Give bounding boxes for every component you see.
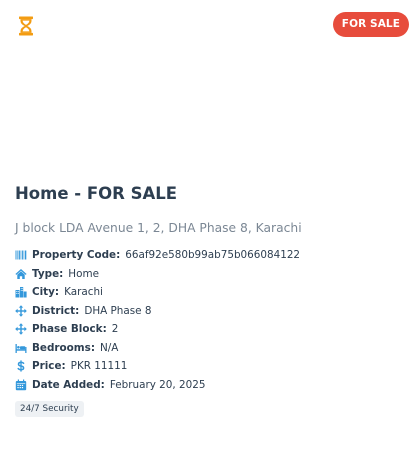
arrows-move-icon bbox=[15, 304, 27, 317]
sale-status-badge: FOR SALE bbox=[332, 12, 409, 37]
detail-value: PKR 11111 bbox=[70, 360, 128, 373]
listing-address: J block LDA Avenue 1, 2, DHA Phase 8, Ka… bbox=[15, 221, 302, 235]
detail-value: February 20, 2025 bbox=[109, 378, 206, 391]
detail-label: City: bbox=[32, 286, 60, 299]
detail-row-city: City: Karachi bbox=[15, 283, 300, 302]
detail-row-property-code: Property Code: 66af92e580b99ab75b0660841… bbox=[15, 246, 300, 265]
bed-icon bbox=[15, 342, 27, 354]
detail-value: Home bbox=[68, 267, 99, 280]
detail-value: Karachi bbox=[64, 286, 103, 299]
detail-row-type: Type: Home bbox=[15, 265, 300, 284]
detail-row-date-added: Date Added: February 20, 2025 bbox=[15, 376, 300, 395]
details-list: Property Code: 66af92e580b99ab75b0660841… bbox=[15, 246, 300, 394]
property-card: FOR SALE Home - FOR SALE J block LDA Ave… bbox=[0, 0, 420, 453]
calendar-icon bbox=[15, 379, 27, 391]
detail-label: Price: bbox=[32, 360, 66, 373]
detail-row-phase-block: Phase Block: 2 bbox=[15, 320, 300, 339]
dollar-icon bbox=[15, 360, 27, 372]
detail-row-district: District: DHA Phase 8 bbox=[15, 302, 300, 321]
barcode-icon bbox=[15, 249, 27, 261]
detail-label: Phase Block: bbox=[32, 323, 107, 336]
detail-value: N/A bbox=[99, 341, 119, 354]
home-icon bbox=[15, 268, 27, 280]
detail-label: Property Code: bbox=[32, 249, 121, 262]
detail-value: DHA Phase 8 bbox=[84, 304, 152, 317]
property-image-area: FOR SALE bbox=[0, 0, 420, 172]
detail-label: Type: bbox=[32, 267, 64, 280]
detail-label: Date Added: bbox=[32, 378, 105, 391]
detail-label: District: bbox=[32, 304, 80, 317]
detail-row-bedrooms: Bedrooms: N/A bbox=[15, 339, 300, 358]
hourglass-icon bbox=[18, 16, 34, 36]
detail-label: Bedrooms: bbox=[32, 341, 95, 354]
detail-value: 2 bbox=[111, 323, 119, 336]
detail-value: 66af92e580b99ab75b066084122 bbox=[125, 249, 301, 262]
arrows-move-icon bbox=[15, 323, 27, 336]
amenity-tag: 24/7 Security bbox=[15, 401, 84, 417]
listing-title: Home - FOR SALE bbox=[15, 184, 178, 203]
city-icon bbox=[15, 286, 27, 298]
detail-row-price: Price: PKR 11111 bbox=[15, 357, 300, 376]
